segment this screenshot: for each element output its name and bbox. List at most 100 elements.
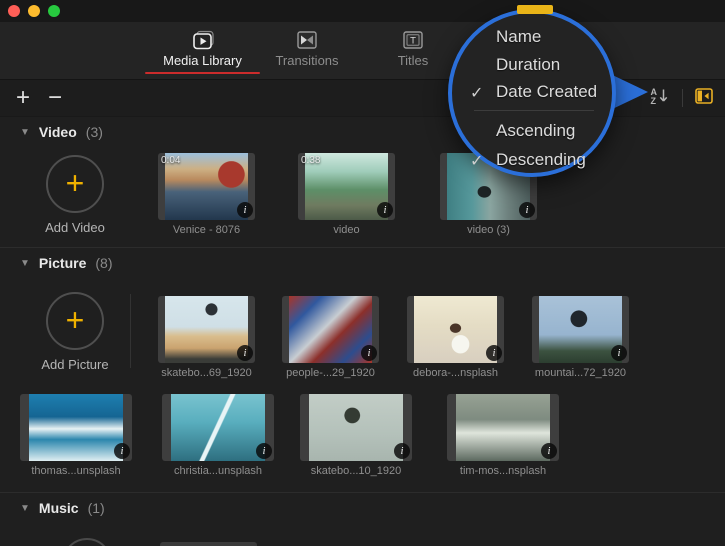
zoom-window-button[interactable] <box>48 5 60 17</box>
active-tab-underline <box>145 72 260 74</box>
picture-thumbnail[interactable]: i thomas...unsplash <box>20 394 132 461</box>
info-icon[interactable]: i <box>256 443 272 459</box>
section-count: (3) <box>86 124 103 140</box>
info-icon[interactable]: i <box>377 202 393 218</box>
add-picture-label: Add Picture <box>41 357 108 372</box>
media-label: thomas...unsplash <box>0 465 157 477</box>
menu-item-date-created[interactable]: Date Created <box>496 82 597 102</box>
sort-menu-magnifier: Name Duration ✓ Date Created Ascending ✓… <box>448 9 616 177</box>
video-section-header: ▼ Video (3) <box>0 117 725 147</box>
tab-titles[interactable]: T Titles <box>370 28 456 76</box>
picture-preview-image <box>309 394 403 461</box>
info-icon[interactable]: i <box>541 443 557 459</box>
picture-preview-image <box>289 296 372 363</box>
info-icon[interactable]: i <box>361 345 377 361</box>
plus-icon: + <box>66 168 85 198</box>
checkmark-icon: ✓ <box>470 83 483 103</box>
picture-preview-image <box>165 296 248 363</box>
menu-item-duration[interactable]: Duration <box>496 55 560 75</box>
titlebar <box>0 0 725 22</box>
picture-thumbnail[interactable]: i christia...unsplash <box>162 394 274 461</box>
svg-text:Z: Z <box>651 96 657 106</box>
picture-thumbnail[interactable]: i debora-...nsplash <box>407 296 504 363</box>
add-circle: + <box>46 292 104 350</box>
row-divider <box>130 294 131 368</box>
collapse-caret-icon[interactable]: ▼ <box>20 503 30 514</box>
section-count: (1) <box>88 500 105 516</box>
video-thumbnail[interactable]: 0:04 i Venice - 8076 <box>158 153 255 220</box>
toolbar-right-group: A Z <box>648 86 725 111</box>
video-row: + Add Video 0:04 i Venice - 8076 0:38 i … <box>0 147 725 247</box>
picture-row-2: i thomas...unsplash i christia...unsplas… <box>0 386 725 492</box>
menu-item-name[interactable]: Name <box>496 27 541 47</box>
picture-thumbnail[interactable]: i skatebo...10_1920 <box>300 394 412 461</box>
checkmark-icon: ✓ <box>470 151 483 171</box>
tab-transitions[interactable]: Transitions <box>262 28 352 76</box>
video-thumbnail[interactable]: 0:38 i video <box>298 153 395 220</box>
media-label: tim-mos...nsplash <box>422 465 584 477</box>
section-video: ▼ Video (3) + Add Video 0:04 i Venice - … <box>0 117 725 247</box>
section-count: (8) <box>95 255 112 271</box>
info-icon[interactable]: i <box>611 345 627 361</box>
sort-az-icon[interactable]: A Z <box>648 86 670 111</box>
add-video-button[interactable]: + Add Video <box>0 155 150 235</box>
picture-thumbnail[interactable]: i tim-mos...nsplash <box>447 394 559 461</box>
add-media-button[interactable]: + <box>10 88 36 108</box>
media-label: Venice - 8076 <box>133 224 280 236</box>
add-music-button[interactable] <box>62 538 112 546</box>
close-window-button[interactable] <box>8 5 20 17</box>
minimize-window-button[interactable] <box>28 5 40 17</box>
duration-badge: 0:04 <box>161 155 180 166</box>
info-icon[interactable]: i <box>237 345 253 361</box>
picture-preview-image <box>171 394 265 461</box>
tab-label: Media Library <box>163 53 242 68</box>
section-title: Music <box>39 500 79 516</box>
picture-row-1: + Add Picture i skatebo...69_1920 i peop… <box>0 278 725 386</box>
picture-thumbnail[interactable]: i mountai...72_1920 <box>532 296 629 363</box>
media-label: mountai...72_1920 <box>507 367 654 379</box>
media-label: video <box>273 224 420 236</box>
section-title: Picture <box>39 255 86 271</box>
add-circle: + <box>46 155 104 213</box>
menu-separator <box>474 110 594 111</box>
app-window: Media Library Transitions T Titl <box>0 0 725 546</box>
collapse-caret-icon[interactable]: ▼ <box>20 127 30 138</box>
picture-preview-image <box>414 296 497 363</box>
info-icon[interactable]: i <box>114 443 130 459</box>
duration-badge: 0:38 <box>301 155 320 166</box>
info-icon[interactable]: i <box>237 202 253 218</box>
picture-preview-image <box>29 394 123 461</box>
info-icon[interactable]: i <box>486 345 502 361</box>
tab-label: Titles <box>398 53 429 68</box>
music-thumbnail[interactable] <box>160 542 257 546</box>
section-picture: ▼ Picture (8) + Add Picture i skatebo...… <box>0 247 725 492</box>
tab-media-library[interactable]: Media Library <box>145 28 260 76</box>
titles-icon: T <box>401 28 425 52</box>
tab-label: Transitions <box>275 53 338 68</box>
media-label: skatebo...10_1920 <box>275 465 437 477</box>
remove-media-button[interactable]: − <box>42 88 68 108</box>
menu-item-descending[interactable]: Descending <box>496 150 586 170</box>
add-video-label: Add Video <box>45 220 105 235</box>
media-label: video (3) <box>415 224 562 236</box>
hide-panel-icon[interactable] <box>695 88 713 109</box>
transitions-icon <box>295 28 319 52</box>
picture-preview-image <box>539 296 622 363</box>
picture-thumbnail[interactable]: i people-...29_1920 <box>282 296 379 363</box>
media-library-icon <box>190 28 216 52</box>
collapse-caret-icon[interactable]: ▼ <box>20 258 30 269</box>
info-icon[interactable]: i <box>394 443 410 459</box>
info-icon[interactable]: i <box>519 202 535 218</box>
music-row <box>0 523 725 546</box>
picture-section-header: ▼ Picture (8) <box>0 248 725 278</box>
plus-icon: + <box>66 305 85 335</box>
music-section-header: ▼ Music (1) <box>0 493 725 523</box>
section-title: Video <box>39 124 77 140</box>
picture-thumbnail[interactable]: i skatebo...69_1920 <box>158 296 255 363</box>
add-picture-button[interactable]: + Add Picture <box>0 292 150 372</box>
svg-text:T: T <box>410 36 416 47</box>
toolbar-divider <box>682 89 683 107</box>
magnified-button-fragment <box>517 5 553 14</box>
menu-item-ascending[interactable]: Ascending <box>496 121 575 141</box>
picture-preview-image <box>456 394 550 461</box>
